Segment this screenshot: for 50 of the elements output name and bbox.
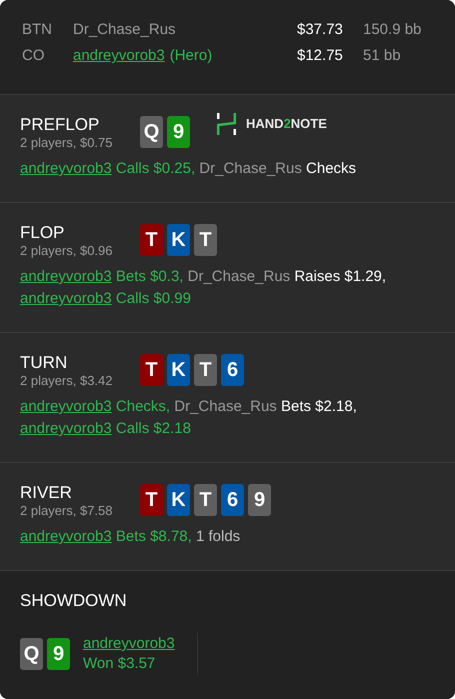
stack-amount: $37.73 — [297, 20, 344, 40]
playing-card: T — [140, 484, 163, 516]
playing-card: K — [167, 354, 190, 386]
action-line: andreyvorob3 Bets $0.3, Dr_Chase_Rus Raises $1.29, andreyvorob3 Calls $0.99 — [20, 267, 388, 309]
big-blinds: 150.9 bb — [363, 20, 422, 40]
playing-card: T — [194, 484, 217, 516]
player-link[interactable]: andreyvorob3 — [20, 420, 112, 437]
player-link[interactable]: andreyvorob3 — [83, 634, 175, 654]
action-line: andreyvorob3 Bets $8.78, 1 folds — [20, 527, 242, 547]
street-info: 2 players, $3.42 — [20, 373, 114, 388]
logo-letters: HAND — [246, 115, 284, 134]
playing-card: 6 — [221, 484, 244, 516]
logo-icon — [216, 113, 237, 135]
position-label: BTN — [22, 20, 53, 40]
street-info: 2 players, $7.58 — [20, 503, 114, 518]
player-link[interactable]: andreyvorob3 — [20, 268, 112, 285]
player-link[interactable]: andreyvorob3 — [20, 290, 112, 307]
player-link[interactable]: andreyvorob3 — [20, 528, 112, 545]
player-name: Dr_Chase_Rus — [73, 20, 176, 40]
street-info: 2 players, $0.75 — [20, 135, 114, 150]
logo-letters: NOTE — [290, 115, 327, 134]
street-title: RIVER — [20, 483, 73, 503]
street-title: FLOP — [20, 223, 66, 243]
playing-card: T — [140, 354, 163, 386]
player-link[interactable]: andreyvorob3 — [20, 160, 112, 177]
street-title: PREFLOP — [20, 115, 100, 135]
player-link[interactable]: andreyvorob3 — [73, 45, 165, 68]
player-link[interactable]: andreyvorob3 — [20, 398, 112, 415]
position-label: CO — [22, 46, 46, 66]
street-info: 2 players, $0.96 — [20, 243, 114, 258]
playing-card: 9 — [167, 116, 190, 148]
street-title: TURN — [20, 353, 68, 373]
stack-amount: $12.75 — [297, 46, 344, 66]
playing-card: 9 — [47, 638, 70, 670]
playing-card: K — [167, 224, 190, 256]
action-line: andreyvorob3 Calls $0.25, Dr_Chase_Rus Checks — [20, 159, 358, 179]
win-amount: Won $3.57 — [83, 654, 156, 674]
playing-card: Q — [140, 116, 163, 148]
logo-letters: 2 — [284, 115, 291, 134]
playing-card: T — [194, 354, 217, 386]
playing-card: 6 — [221, 354, 244, 386]
action-line: andreyvorob3 Checks, Dr_Chase_Rus Bets $2.18, andreyvorob3 Calls $2.18 — [20, 397, 358, 439]
section-title: SHOWDOWN — [20, 591, 128, 611]
playing-card: K — [167, 484, 190, 516]
hero-tag: (Hero) — [170, 45, 212, 68]
playing-card: T — [140, 224, 163, 256]
playing-card: T — [194, 224, 217, 256]
big-blinds: 51 bb — [363, 46, 402, 66]
playing-card: 9 — [248, 484, 271, 516]
playing-card: Q — [20, 638, 43, 670]
